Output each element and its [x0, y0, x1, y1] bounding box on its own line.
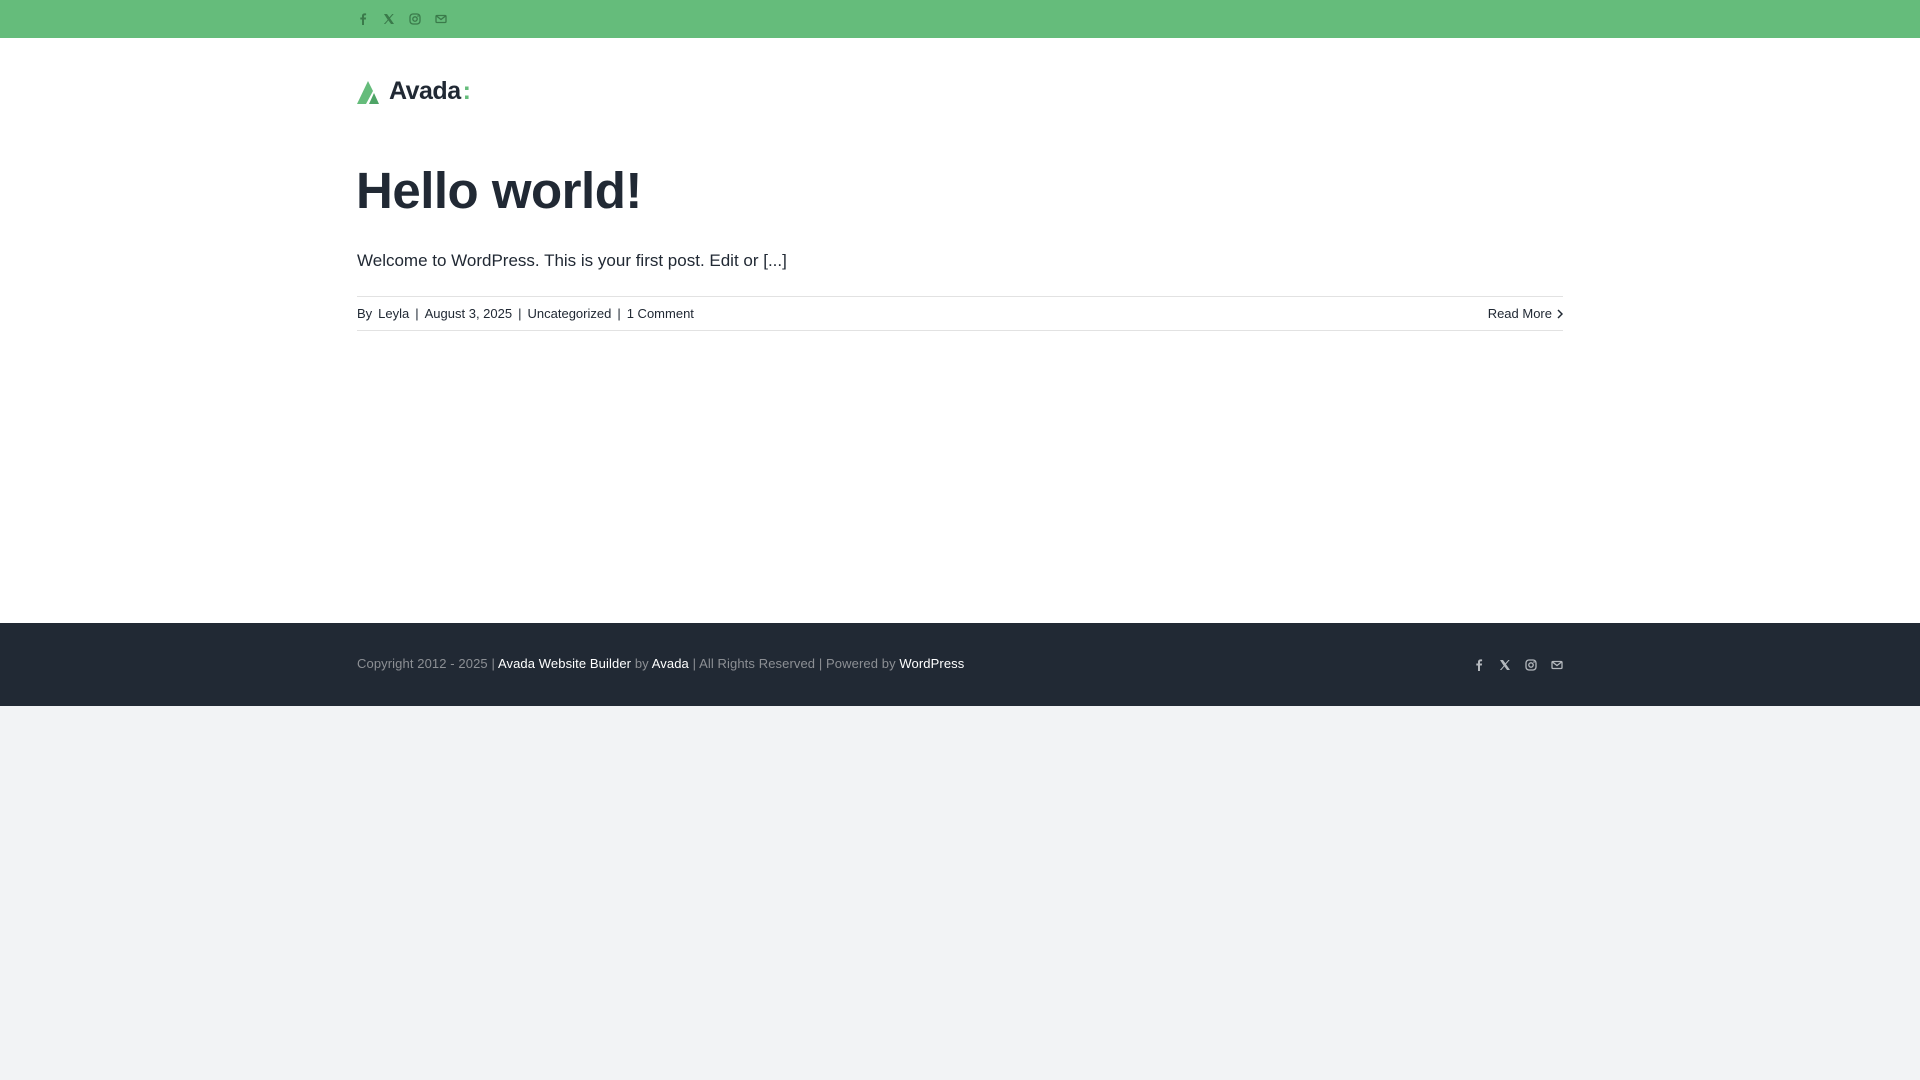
logo-text: Avada: [389, 77, 461, 105]
meta-separator: |: [617, 306, 621, 321]
post-meta: By Leyla | August 3, 2025 | Uncategorize…: [357, 296, 1563, 331]
post-excerpt: Welcome to WordPress. This is your first…: [357, 251, 787, 270]
rights-text: | All Rights Reserved | Powered by: [692, 656, 896, 671]
read-more-label: Read More: [1487, 306, 1552, 321]
top-social-links: [357, 0, 447, 38]
email-icon[interactable]: [435, 13, 447, 25]
main-content: Avada : Hello world! Welcome to WordPres…: [0, 38, 1920, 623]
footer: Copyright 2012 - 2025 | Avada Website Bu…: [0, 623, 1920, 706]
email-icon[interactable]: [1551, 659, 1563, 671]
post-date: August 3, 2025: [424, 306, 513, 321]
read-more-link[interactable]: Read More: [1488, 306, 1563, 321]
logo-colon: :: [462, 77, 471, 105]
top-bar: [0, 0, 1920, 38]
meta-separator: |: [415, 306, 419, 321]
footer-social-links: [1473, 659, 1563, 671]
facebook-icon[interactable]: [357, 13, 369, 25]
wordpress-link[interactable]: WordPress: [899, 656, 964, 671]
post-title[interactable]: Hello world!: [356, 160, 642, 222]
x-twitter-icon[interactable]: [1499, 659, 1511, 671]
by-label: By: [357, 306, 373, 321]
site-logo[interactable]: Avada :: [357, 77, 471, 106]
copyright-prefix: Copyright 2012 - 2025 |: [357, 656, 495, 671]
x-twitter-icon[interactable]: [383, 13, 395, 25]
facebook-icon[interactable]: [1473, 659, 1485, 671]
category-link[interactable]: Uncategorized: [528, 306, 612, 321]
post-meta-info: By Leyla | August 3, 2025 | Uncategorize…: [357, 306, 694, 321]
comments-link[interactable]: 1 Comment: [627, 306, 694, 321]
chevron-right-icon: [1557, 308, 1563, 319]
by-text: by: [634, 656, 649, 671]
instagram-icon[interactable]: [1525, 659, 1537, 671]
copyright-text: Copyright 2012 - 2025 | Avada Website Bu…: [357, 656, 964, 671]
avada-link[interactable]: Avada: [652, 656, 689, 671]
author-link[interactable]: Leyla: [378, 306, 409, 321]
avada-builder-link[interactable]: Avada Website Builder: [498, 656, 631, 671]
meta-separator: |: [518, 306, 522, 321]
instagram-icon[interactable]: [409, 13, 421, 25]
avada-logo-icon: [357, 80, 379, 104]
